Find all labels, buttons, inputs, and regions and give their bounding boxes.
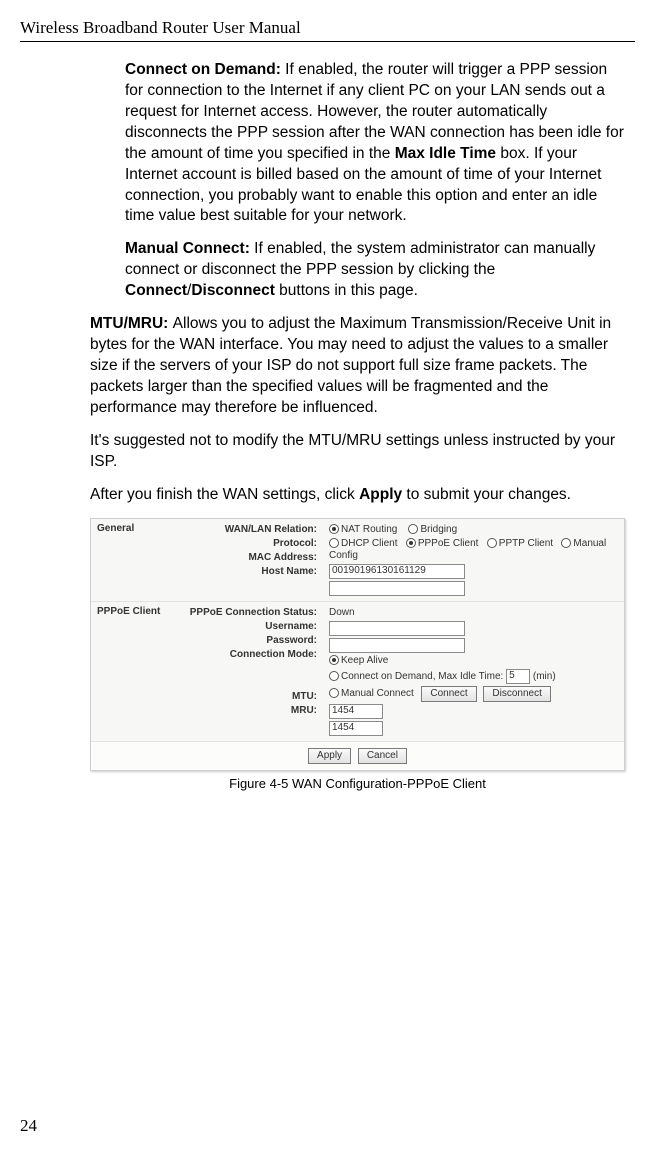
label-host: Host Name:: [167, 565, 317, 579]
figure-wan-config: General WAN/LAN Relation: Protocol: MAC …: [90, 518, 625, 793]
label-status: PPPoE Connection Status:: [167, 606, 317, 620]
figure-caption: Figure 4-5 WAN Configuration-PPPoE Clien…: [90, 775, 625, 793]
connect-button[interactable]: Connect: [421, 686, 476, 702]
mac-field[interactable]: 00190196130161129: [329, 564, 465, 579]
opt-nat: NAT Routing: [341, 524, 397, 535]
label-relation: WAN/LAN Relation:: [167, 523, 317, 537]
bold-connect: Connect: [125, 282, 187, 299]
para-connect-on-demand: Connect on Demand: If enabled, the route…: [125, 60, 625, 227]
text-apply-a: After you finish the WAN settings, click: [90, 486, 359, 503]
label-mac: MAC Address:: [167, 551, 317, 565]
opt-dhcp: DHCP Client: [341, 538, 398, 549]
mode-cod: Connect on Demand, Max Idle Time:: [341, 671, 503, 682]
mru-field[interactable]: 1454: [329, 721, 383, 736]
status-value: Down: [329, 606, 624, 620]
para-suggest: It's suggested not to modify the MTU/MRU…: [90, 431, 625, 473]
lead-cod: Connect on Demand:: [125, 61, 285, 78]
radio-manualmode[interactable]: [329, 688, 339, 698]
section-pppoe: PPPoE Client: [91, 606, 167, 737]
text-manual-b: buttons in this page.: [275, 282, 418, 299]
bold-disconnect: Disconnect: [191, 282, 275, 299]
para-manual-connect: Manual Connect: If enabled, the system a…: [125, 239, 625, 302]
lead-mtumru: MTU/MRU:: [90, 315, 173, 332]
radio-pptp[interactable]: [487, 538, 497, 548]
bold-apply: Apply: [359, 486, 402, 503]
bold-maxidle: Max Idle Time: [395, 145, 496, 162]
radio-bridging[interactable]: [408, 524, 418, 534]
user-field[interactable]: [329, 621, 465, 636]
label-mru: MRU:: [167, 704, 317, 718]
host-field[interactable]: [329, 581, 465, 596]
apply-button[interactable]: Apply: [308, 748, 351, 764]
section-general: General: [91, 523, 167, 597]
pass-field[interactable]: [329, 638, 465, 653]
disconnect-button[interactable]: Disconnect: [483, 686, 550, 702]
page-number: 24: [20, 1116, 37, 1136]
running-head: Wireless Broadband Router User Manual: [20, 18, 635, 42]
mtu-field[interactable]: 1454: [329, 704, 383, 719]
label-protocol: Protocol:: [167, 537, 317, 551]
radio-nat[interactable]: [329, 524, 339, 534]
radio-dhcp[interactable]: [329, 538, 339, 548]
cancel-button[interactable]: Cancel: [358, 748, 407, 764]
opt-pppoe: PPPoE Client: [418, 538, 479, 549]
radio-pppoe[interactable]: [406, 538, 416, 548]
radio-manualcfg[interactable]: [561, 538, 571, 548]
idle-field[interactable]: 5: [506, 669, 530, 684]
para-mtu-mru: MTU/MRU: Allows you to adjust the Maximu…: [90, 314, 625, 419]
label-mode: Connection Mode:: [167, 648, 317, 662]
label-mtu: MTU:: [167, 690, 317, 704]
para-apply: After you finish the WAN settings, click…: [90, 485, 625, 506]
mode-keep: Keep Alive: [341, 655, 388, 666]
radio-keepalive[interactable]: [329, 655, 339, 665]
mode-manual: Manual Connect: [341, 688, 414, 699]
opt-pptp: PPTP Client: [499, 538, 553, 549]
lead-manual: Manual Connect:: [125, 240, 254, 257]
radio-cod[interactable]: [329, 671, 339, 681]
text-apply-b: to submit your changes.: [402, 486, 571, 503]
label-pass: Password:: [167, 634, 317, 648]
mode-cod-unit: (min): [533, 671, 556, 682]
label-user: Username:: [167, 620, 317, 634]
opt-bridging: Bridging: [420, 524, 457, 535]
